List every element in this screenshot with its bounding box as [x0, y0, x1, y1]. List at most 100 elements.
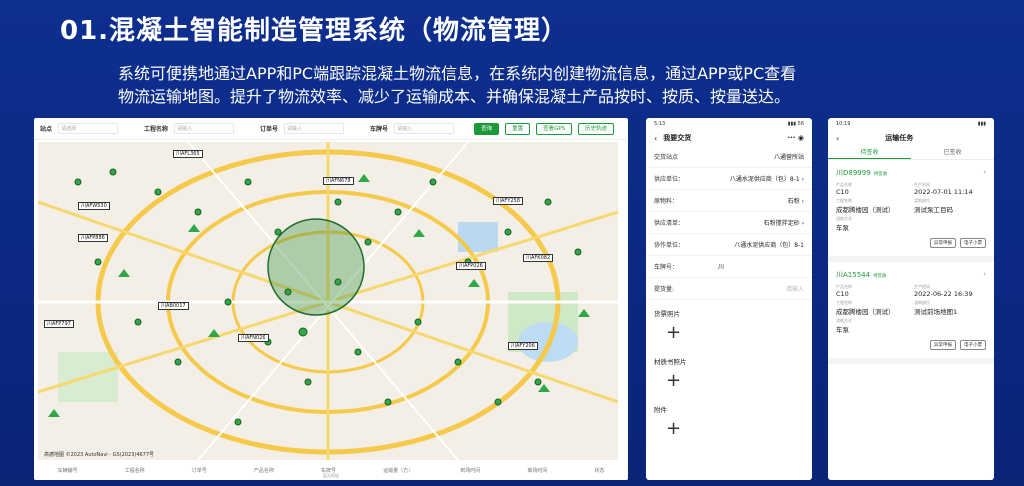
form-row-site[interactable]: 交货站点 八通营所站: [646, 146, 812, 168]
plate-input[interactable]: 请输入: [394, 123, 455, 134]
tab-signed[interactable]: 已签收: [911, 146, 994, 159]
chevron-right-icon: ›: [983, 270, 986, 278]
map-attribution: 高德地图 ©2023 AutoNavi - GS(2023)4677号: [44, 452, 155, 458]
slide-title: 01.混凝土智能制造管理系统（物流管理）: [60, 16, 569, 46]
vehicle-label[interactable]: 川AFP886: [78, 234, 108, 242]
back-icon[interactable]: ‹: [836, 134, 839, 143]
task-actions: 异常申报 电子小票: [836, 232, 986, 252]
report-exception-button[interactable]: 异常申报: [930, 340, 956, 350]
field-value: 2022-06-22 16:39: [914, 290, 973, 298]
task-header: 川A15544 待签收 ›: [836, 266, 986, 284]
add-photo-button[interactable]: +: [646, 320, 812, 348]
field-value: 八通营所站: [773, 154, 804, 161]
phone-header: ‹ 我要交货 ··· ◉: [646, 130, 812, 146]
field-value: 石粉 ›: [787, 198, 804, 205]
status-bar: 5:13 ▮▮▮ 56: [646, 118, 812, 130]
filter-label-plate: 车牌号: [370, 126, 389, 133]
report-exception-button[interactable]: 异常申报: [930, 238, 956, 248]
add-cert-button[interactable]: +: [646, 368, 812, 396]
filter-label-site: 站点: [40, 126, 53, 133]
field-label: 协作单位：: [654, 242, 685, 249]
map-canvas: [38, 142, 618, 460]
status-time: 5:13: [654, 121, 666, 127]
description-line-2: 物流运输地图。提升了物流效率、减少了运输成本、并确保混凝土产品按时、按质、按量送…: [118, 87, 791, 106]
vehicle-label[interactable]: 川AFN678: [323, 177, 354, 185]
field-value: 成都腾楼园（测试）: [836, 206, 895, 214]
task-card[interactable]: 川D89999 待签收 › 产品名称 C10 生产时间 2022-07-01 11:14…: [828, 160, 994, 262]
form-row-supply-list[interactable]: 供应清单： 石粉搅拌定砂 ›: [646, 212, 812, 234]
task-plate: 川D89999: [836, 169, 871, 177]
section-title: 附件: [654, 406, 667, 414]
vehicle-label[interactable]: 川AFK082: [523, 254, 554, 262]
filter-label-project: 工程名称: [144, 126, 169, 133]
field-label: 交货站点: [654, 154, 679, 161]
field-value: 2022-07-01 11:14: [914, 188, 973, 196]
field-value: 车泵: [836, 224, 849, 232]
form-row-material[interactable]: 原物料： 石粉 ›: [646, 190, 812, 212]
empty-state: 暂无数据: [323, 473, 339, 478]
task-header: 川D89999 待签收 ›: [836, 164, 986, 182]
track-button[interactable]: 历史轨迹: [578, 122, 615, 135]
page-title: 我要交货: [663, 134, 692, 142]
section-title: 货票照片: [654, 310, 680, 318]
field-label: 供应清单：: [654, 220, 685, 227]
task-fields: 产品名称 C10 生产时间 2022-07-01 11:14 工程名称 成都腾楼园（测…: [836, 182, 986, 232]
battery-icon: ▮▮▮: [977, 121, 986, 127]
site-select[interactable]: 请选择: [58, 123, 119, 134]
more-icon[interactable]: ··· ◉: [787, 134, 804, 142]
field-value: 成都腾楼园（测试）: [836, 308, 895, 316]
task-state: 待签收: [873, 274, 887, 279]
back-icon[interactable]: ‹: [654, 134, 657, 143]
field-value: C10: [836, 188, 849, 196]
field-label: 车牌号：: [654, 264, 679, 271]
vehicle-label[interactable]: 川AFY206: [508, 342, 538, 350]
form-row-plate[interactable]: 车牌号： 川: [646, 256, 812, 278]
field-value: 石粉搅拌定砂 ›: [763, 220, 804, 227]
field-value: 测试前场地图1: [914, 308, 958, 316]
task-plate: 川A15544: [836, 271, 871, 279]
filter-label-order: 订单号: [260, 126, 279, 133]
logistics-map[interactable]: 川AFL365 川AFN678 川AFY258 川AFK082 川AFP026 …: [38, 142, 618, 460]
phone-header: ‹ 运输任务: [828, 130, 994, 146]
vehicle-label[interactable]: 川AFY258: [493, 197, 523, 205]
gps-button[interactable]: 查看GPS: [536, 122, 573, 135]
plate-field[interactable]: 川: [718, 262, 724, 271]
chevron-right-icon: ›: [983, 168, 986, 176]
e-ticket-button[interactable]: 电子小票: [960, 238, 986, 248]
e-ticket-button[interactable]: 电子小票: [960, 340, 986, 350]
vehicle-label[interactable]: 川AFP026: [456, 262, 486, 270]
form-row-supplier[interactable]: 供应单位： 八通水泥供应商（包）8-1 ›: [646, 168, 812, 190]
field-value: 八通水泥供应商（包）8-1 ›: [729, 176, 804, 183]
task-fields: 产品名称 C10 生产时间 2022-06-22 16:39 工程名称 成都腾楼园（测…: [836, 284, 986, 334]
tab-pending[interactable]: 待签收: [828, 146, 911, 159]
amount-field[interactable]: 请输入: [786, 284, 804, 293]
field-label: 供应单位：: [654, 176, 685, 183]
project-input[interactable]: 请输入: [174, 123, 235, 134]
status-time: 10:19: [836, 121, 851, 127]
vehicle-label[interactable]: 川AFN026: [238, 334, 269, 342]
filter-toolbar: 站点 请选择 工程名称 请输入 订单号 请输入 车牌号 请输入 查询 重置 查看…: [34, 118, 628, 140]
delivery-phone-screen: 5:13 ▮▮▮ 56 ‹ 我要交货 ··· ◉ 交货站点 八通营所站 供应单位：…: [646, 118, 812, 480]
vehicle-label[interactable]: 川AFP797: [44, 320, 74, 328]
section-title: 材质书照片: [654, 358, 687, 366]
vehicle-label[interactable]: 川AFL365: [173, 150, 203, 158]
form-row-amount[interactable]: 提货量: 请输入: [646, 278, 812, 300]
task-actions: 异常申报 电子小票: [836, 334, 986, 354]
page-title: 运输任务: [885, 134, 914, 142]
desktop-logistics-panel: 站点 请选择 工程名称 请输入 订单号 请输入 车牌号 请输入 查询 重置 查看…: [34, 118, 628, 480]
field-value: 车泵: [836, 326, 849, 334]
form-row-partner[interactable]: 协作单位： 八通水泥供应商（包）8-1: [646, 234, 812, 256]
status-bar: 10:19 ▮▮▮: [828, 118, 994, 130]
transport-task-phone-screen: 10:19 ▮▮▮ ‹ 运输任务 待签收 已签收 川D89999 待签收 › 产品名…: [828, 118, 994, 480]
slide-description: 系统可便携地通过APP和PC端跟踪混凝土物流信息，在系统内创建物流信息，通过AP…: [118, 62, 998, 108]
query-button[interactable]: 查询: [474, 122, 500, 135]
add-attachment-button[interactable]: +: [646, 416, 812, 444]
order-input[interactable]: 请输入: [284, 123, 345, 134]
description-line-1: 系统可便携地通过APP和PC端跟踪混凝土物流信息，在系统内创建物流信息，通过AP…: [118, 64, 797, 83]
reset-button[interactable]: 重置: [505, 122, 531, 135]
vehicle-label[interactable]: 川AB0017: [158, 302, 189, 310]
field-value: 八通水泥供应商（包）8-1: [734, 242, 804, 249]
vehicle-label[interactable]: 川AFW530: [78, 202, 110, 210]
field-label: 提货量:: [654, 286, 675, 293]
task-card[interactable]: 川A15544 待签收 › 产品名称 C10 生产时间 2022-06-22 16:39…: [828, 262, 994, 364]
